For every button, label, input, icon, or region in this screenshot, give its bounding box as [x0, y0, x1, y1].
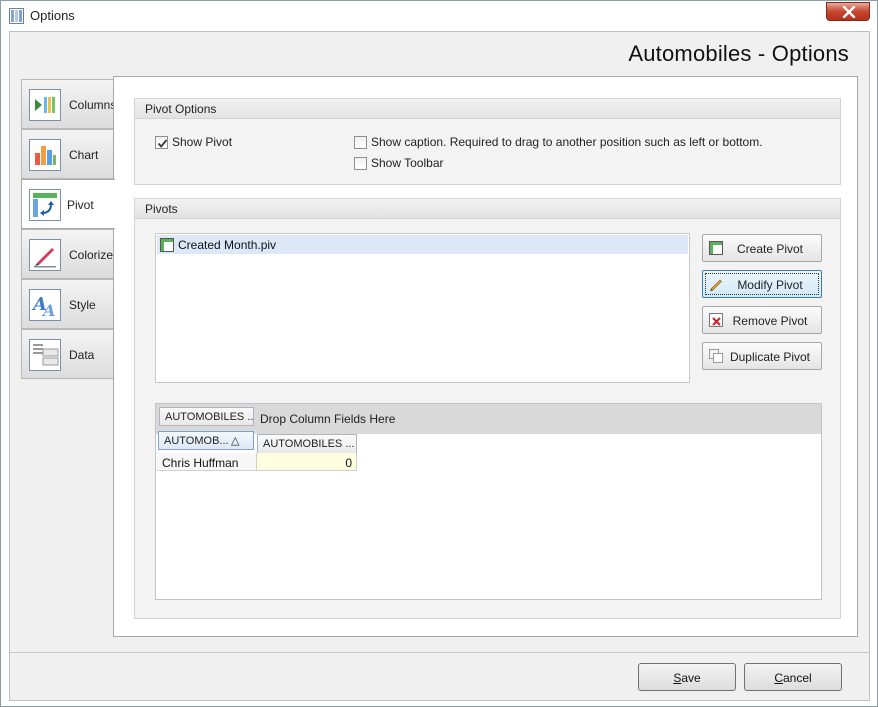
save-label-rest: ave — [681, 671, 701, 685]
save-button[interactable]: Save — [638, 663, 736, 691]
create-pivot-button[interactable]: Create Pivot — [702, 234, 822, 262]
modify-pivot-button[interactable]: Modify Pivot — [702, 270, 822, 298]
button-label: Create Pivot — [736, 242, 804, 256]
pivot-file-icon — [160, 238, 174, 252]
pivot-options-group: Pivot Options Show Pivot Show caption. R… — [134, 98, 841, 185]
app-window-icon — [9, 8, 24, 24]
row-field-label: AUTOMOB... — [164, 435, 229, 447]
dialog-body: Automobiles - Options Columns Chart Pivo… — [9, 31, 870, 701]
columns-icon — [29, 89, 61, 121]
title-bar: Options — [1, 1, 877, 31]
colorize-pen-icon — [29, 239, 61, 271]
sidebar-item-data[interactable]: Data — [21, 329, 114, 379]
sort-ascending-icon: △ — [231, 435, 240, 447]
close-icon — [842, 6, 856, 18]
svg-text:A: A — [41, 301, 55, 320]
show-caption-label: Show caption. Required to drag to anothe… — [371, 135, 763, 149]
sidebar-item-label: Chart — [69, 148, 99, 162]
remove-pivot-button[interactable]: Remove Pivot — [702, 306, 822, 334]
dialog-footer: Save Cancel — [10, 652, 869, 700]
button-label: Duplicate Pivot — [729, 350, 811, 364]
list-item-label: Created Month.piv — [178, 238, 277, 252]
sidebar-item-label: Data — [69, 348, 95, 362]
edit-pencil-icon — [709, 277, 723, 291]
list-item[interactable]: Created Month.piv — [157, 235, 688, 254]
sidebar-item-label: Columns — [69, 98, 117, 112]
sidebar-item-columns[interactable]: Columns — [21, 79, 117, 129]
group-header: Pivot Options — [135, 99, 840, 119]
pivot-icon — [29, 189, 61, 221]
cancel-button[interactable]: Cancel — [744, 663, 842, 691]
show-pivot-label: Show Pivot — [172, 135, 233, 149]
options-window: Options Automobiles - Options Columns Ch… — [0, 0, 878, 707]
group-header: Pivots — [135, 199, 840, 219]
show-caption-checkbox[interactable] — [354, 136, 367, 149]
button-label: Modify Pivot — [737, 278, 803, 292]
font-style-icon: A A — [29, 289, 61, 321]
button-label: Remove Pivot — [732, 314, 808, 328]
sidebar-item-pivot[interactable]: Pivot — [21, 179, 115, 229]
sidebar-item-label: Colorize — [69, 248, 114, 262]
sidebar-item-colorize[interactable]: Colorize — [21, 229, 114, 279]
data-field-button[interactable]: AUTOMOBILES ... — [257, 434, 357, 454]
drop-column-hint: Drop Column Fields Here — [260, 412, 396, 426]
close-button[interactable] — [826, 2, 870, 21]
show-pivot-checkbox[interactable] — [155, 136, 168, 149]
sidebar-item-label: Style — [69, 298, 96, 312]
pivots-group: Pivots Created Month.piv Create Pivot Mo… — [134, 198, 841, 619]
row-header-cell: Chris Huffman — [157, 453, 257, 471]
filter-field-button[interactable]: AUTOMOBILES ... — [159, 407, 254, 426]
sidebar-item-label: Pivot — [67, 198, 94, 212]
sidebar-item-style[interactable]: A A Style — [21, 279, 114, 329]
cancel-label-rest: ancel — [782, 671, 812, 685]
cancel-accelerator: C — [774, 671, 783, 685]
duplicate-pivot-button[interactable]: Duplicate Pivot — [702, 342, 822, 370]
show-toolbar-checkbox[interactable] — [354, 157, 367, 170]
page-title: Automobiles - Options — [628, 41, 849, 66]
row-field-button[interactable]: AUTOMOB... △ — [158, 431, 254, 450]
data-table-icon — [29, 339, 61, 371]
bar-chart-icon — [29, 139, 61, 171]
pivot-list[interactable]: Created Month.piv — [155, 233, 690, 383]
window-title: Options — [30, 8, 75, 23]
pivot-settings-panel: Pivot Options Show Pivot Show caption. R… — [113, 76, 858, 637]
column-drop-area: AUTOMOBILES ... Drop Column Fields Here — [156, 404, 821, 434]
show-toolbar-label: Show Toolbar — [371, 156, 444, 170]
pivot-grid-preview: AUTOMOBILES ... Drop Column Fields Here … — [155, 403, 822, 600]
checkmark-icon — [157, 139, 168, 148]
value-cell: 0 — [257, 453, 357, 471]
sidebar-item-chart[interactable]: Chart — [21, 129, 114, 179]
